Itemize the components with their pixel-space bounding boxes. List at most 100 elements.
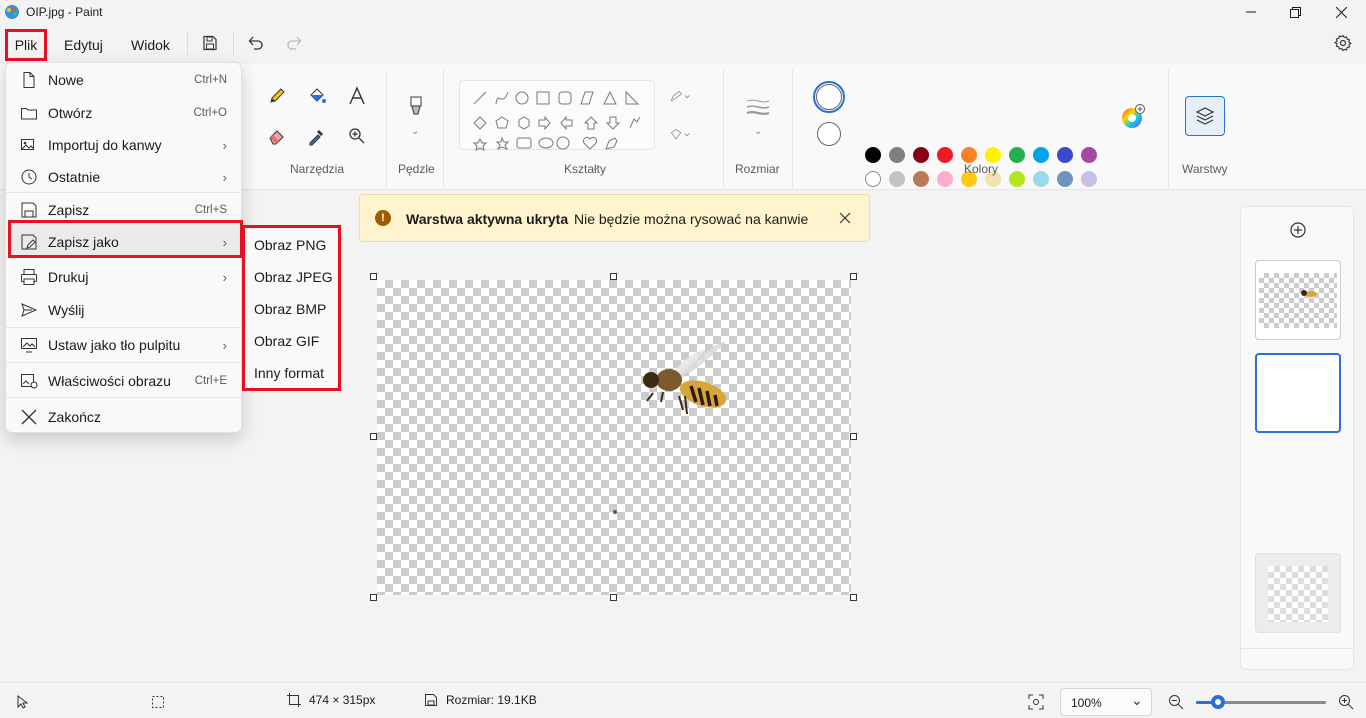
undo-icon[interactable] xyxy=(244,32,266,54)
color-swatch[interactable] xyxy=(1081,147,1097,163)
resize-handle[interactable] xyxy=(370,273,377,280)
close-notification-icon[interactable] xyxy=(837,210,853,226)
text-tool-icon[interactable] xyxy=(346,85,368,107)
color-swatch[interactable] xyxy=(961,147,977,163)
file-menu-item[interactable]: Zakończ xyxy=(6,401,241,433)
zoom-out-icon[interactable] xyxy=(1168,694,1184,710)
file-menu-item[interactable]: Importuj do kanwy › xyxy=(6,129,241,161)
file-menu-item[interactable]: Wyślij xyxy=(6,294,241,326)
color-picker-icon[interactable] xyxy=(306,125,328,147)
fit-to-window-icon[interactable] xyxy=(1028,694,1044,710)
settings-gear-icon[interactable] xyxy=(1332,32,1354,54)
color-swatch[interactable] xyxy=(865,147,881,163)
layer-thumbnail-1[interactable] xyxy=(1255,260,1341,340)
menu-separator xyxy=(6,192,241,193)
menu-widok[interactable]: Widok xyxy=(125,34,176,56)
save-as-gif[interactable]: Obraz GIF xyxy=(254,333,319,349)
resize-handle[interactable] xyxy=(850,594,857,601)
file-menu-item[interactable]: Otwórz Ctrl+O xyxy=(6,97,241,129)
file-menu-item[interactable]: Zapisz Ctrl+S xyxy=(6,194,241,226)
file-menu-item[interactable]: Ustaw jako tło pulpitu › xyxy=(6,329,241,361)
menu-plik-label: Plik xyxy=(14,37,38,53)
resize-handle[interactable] xyxy=(610,273,617,280)
menu-edytuj[interactable]: Edytuj xyxy=(58,34,109,56)
color-swatch[interactable] xyxy=(937,171,953,187)
shapes-gallery[interactable] xyxy=(459,80,655,151)
color-swatch[interactable] xyxy=(913,147,929,163)
resize-handle[interactable] xyxy=(850,433,857,440)
magnifier-icon[interactable] xyxy=(346,125,368,147)
shape-outline-icon[interactable] xyxy=(669,86,691,108)
color-swatch[interactable] xyxy=(913,171,929,187)
color-swatch[interactable] xyxy=(1033,147,1049,163)
pencil-icon[interactable] xyxy=(266,85,288,107)
file-menu-item[interactable]: Zapisz jako › xyxy=(6,226,241,258)
drawing-canvas[interactable] xyxy=(377,280,851,595)
zoom-value: 100% xyxy=(1071,696,1102,710)
shape-fill-icon[interactable] xyxy=(669,124,691,146)
color-swatch[interactable] xyxy=(889,147,905,163)
zoom-in-icon[interactable] xyxy=(1338,694,1354,710)
chevron-down-icon[interactable]: ⌄ xyxy=(411,126,419,137)
chevron-right-icon: › xyxy=(222,137,227,153)
zoom-slider-thumb[interactable] xyxy=(1211,695,1225,709)
color-swatch[interactable] xyxy=(1081,171,1097,187)
file-menu-item[interactable]: Ostatnie › xyxy=(6,161,241,193)
resize-handle[interactable] xyxy=(850,273,857,280)
chevron-right-icon: › xyxy=(222,169,227,185)
color-swatch[interactable] xyxy=(985,147,1001,163)
save-as-png[interactable]: Obraz PNG xyxy=(254,237,326,253)
save-as-bmp[interactable]: Obraz BMP xyxy=(254,301,326,317)
shortcut-label: Ctrl+S xyxy=(194,204,227,216)
resize-handle[interactable] xyxy=(370,594,377,601)
secondary-color[interactable] xyxy=(817,122,841,146)
notification-title: Warstwa aktywna ukryta xyxy=(406,211,569,227)
resize-handle[interactable] xyxy=(370,433,377,440)
image-speck xyxy=(613,510,617,514)
restore-button[interactable] xyxy=(1272,0,1318,24)
new-file-icon xyxy=(20,71,38,89)
chevron-down-icon[interactable]: ⌄ xyxy=(754,126,762,137)
ribbon-separator xyxy=(443,70,444,188)
layers-button[interactable] xyxy=(1185,96,1225,136)
resize-handle[interactable] xyxy=(610,594,617,601)
color-swatch[interactable] xyxy=(1057,147,1073,163)
zoom-slider-track[interactable] xyxy=(1196,695,1326,709)
fill-bucket-icon[interactable] xyxy=(306,85,328,107)
color-swatch[interactable] xyxy=(1009,171,1025,187)
group-label-shapes: Kształty xyxy=(564,162,607,176)
minimize-button[interactable] xyxy=(1228,0,1274,24)
file-menu-item[interactable]: Właściwości obrazu Ctrl+E xyxy=(6,365,241,397)
color-swatch[interactable] xyxy=(865,171,881,187)
eraser-icon[interactable] xyxy=(266,125,288,147)
layers-panel xyxy=(1240,206,1354,670)
save-icon[interactable] xyxy=(199,32,221,54)
brush-icon[interactable] xyxy=(405,96,427,118)
menu-plik[interactable]: Plik xyxy=(5,29,47,61)
color-swatch[interactable] xyxy=(937,147,953,163)
background-layer-thumbnail[interactable] xyxy=(1255,553,1341,633)
layer-thumbnail-2-selected[interactable] xyxy=(1255,353,1341,433)
zoom-select[interactable]: 100% ⌄ xyxy=(1060,688,1152,716)
menu-separator xyxy=(233,32,234,56)
primary-color[interactable] xyxy=(813,81,845,113)
edit-colors-icon[interactable] xyxy=(1120,104,1146,130)
group-label-size: Rozmiar xyxy=(735,162,780,176)
file-menu-item[interactable]: Drukuj › xyxy=(6,261,241,293)
color-swatch[interactable] xyxy=(889,171,905,187)
color-swatch[interactable] xyxy=(1009,147,1025,163)
color-swatch[interactable] xyxy=(1057,171,1073,187)
color-swatch[interactable] xyxy=(1033,171,1049,187)
save-as-other-format[interactable]: Inny format xyxy=(254,365,324,381)
menu-separator xyxy=(6,362,241,363)
close-window-button[interactable] xyxy=(1318,0,1364,24)
redo-icon[interactable] xyxy=(284,32,306,54)
save-as-jpeg[interactable]: Obraz JPEG xyxy=(254,269,333,285)
size-lines-icon[interactable] xyxy=(744,96,772,118)
menu-separator xyxy=(6,397,241,398)
folder-icon xyxy=(20,104,38,122)
image-properties-icon xyxy=(20,372,38,390)
file-menu-item-label: Zakończ xyxy=(48,409,101,425)
add-layer-icon[interactable] xyxy=(1289,221,1307,239)
file-menu-item[interactable]: Nowe Ctrl+N xyxy=(6,64,241,96)
